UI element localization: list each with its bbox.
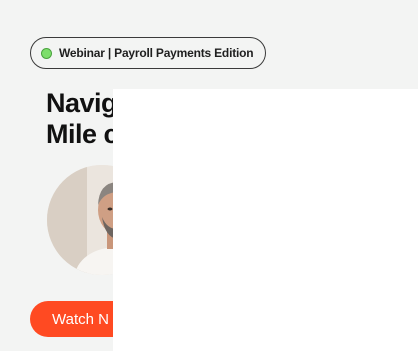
- badge-label: Webinar | Payroll Payments Edition: [59, 46, 254, 60]
- webinar-card: Webinar | Payroll Payments Edition Navig…: [0, 0, 418, 351]
- blank-overlay-panel: [113, 89, 418, 351]
- webinar-badge: Webinar | Payroll Payments Edition: [30, 37, 267, 69]
- title-line-1: Navig: [46, 88, 118, 118]
- page-title: Navig Mile c: [46, 88, 119, 150]
- title-line-2: Mile c: [46, 119, 119, 149]
- status-dot-icon: [41, 47, 52, 59]
